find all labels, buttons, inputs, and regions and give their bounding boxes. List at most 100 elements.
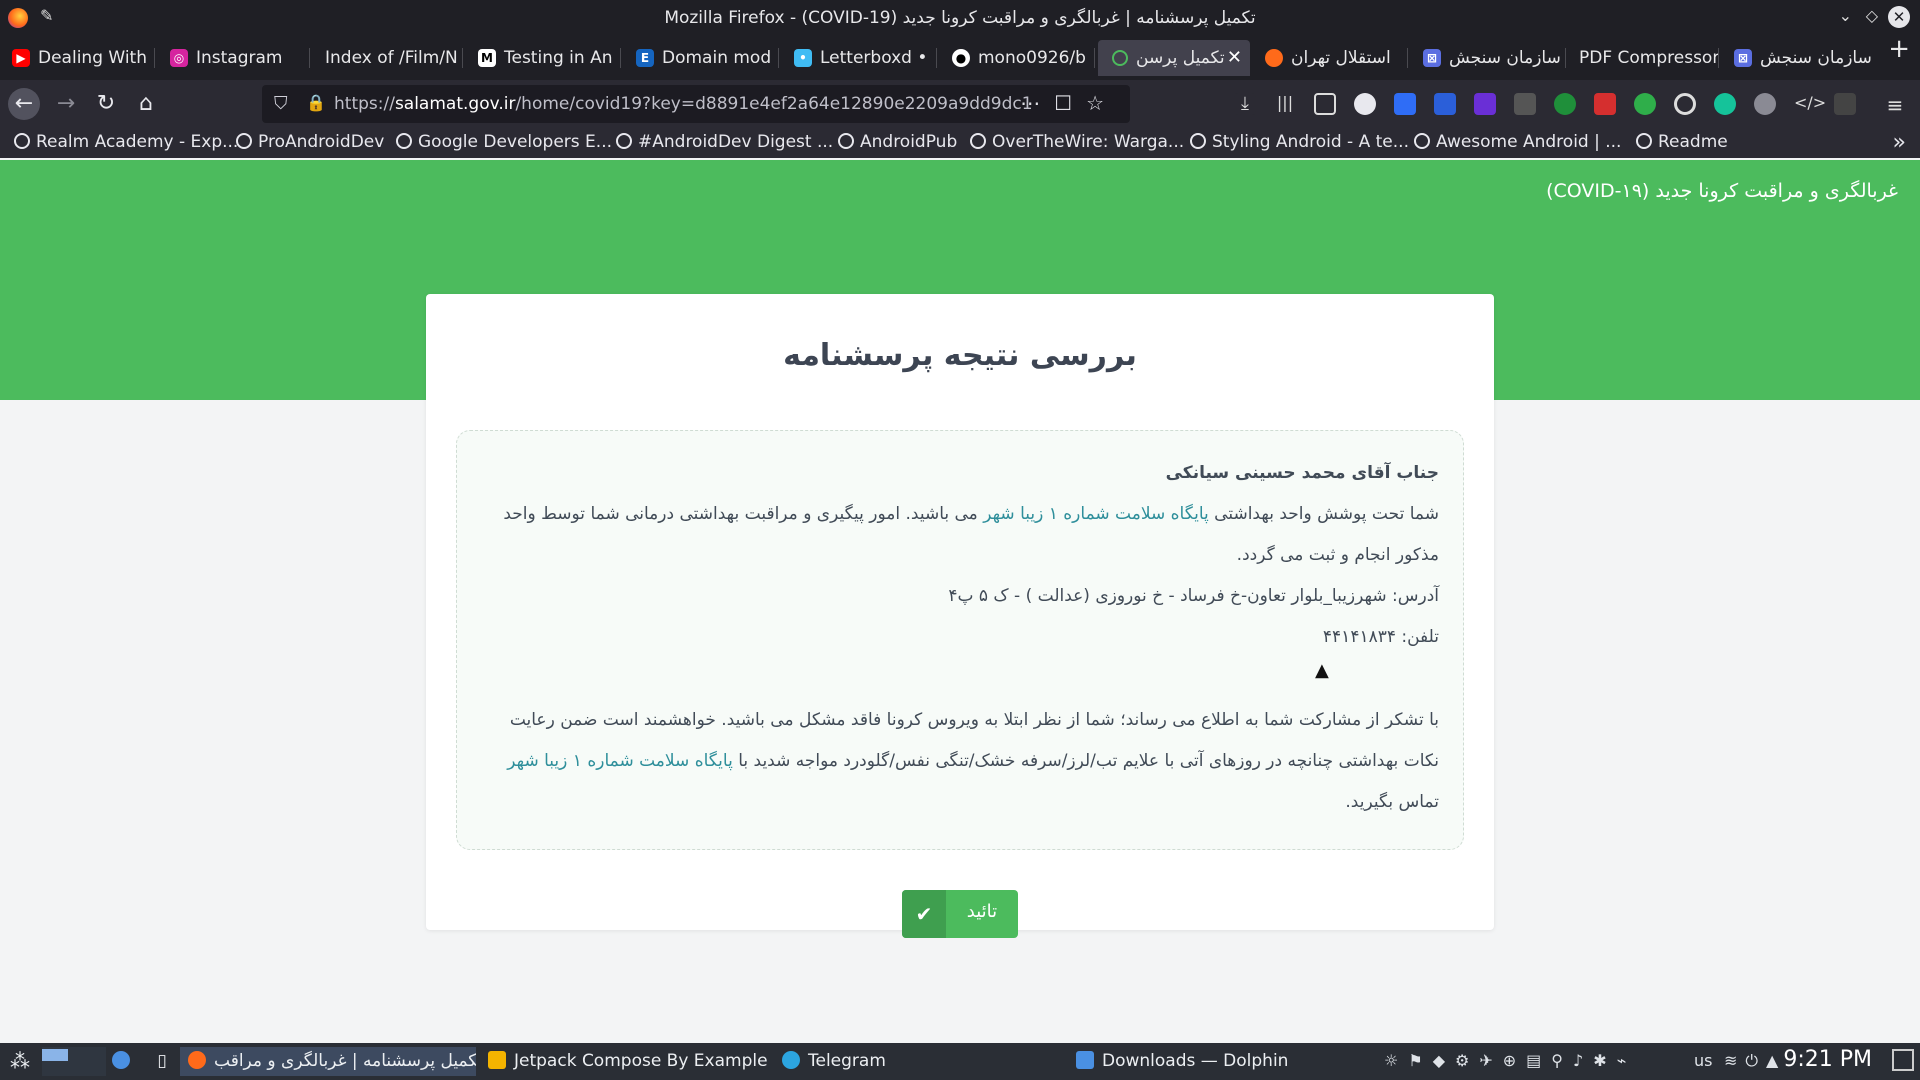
tracking-shield-icon[interactable]: ⛉ <box>274 93 288 114</box>
mouse-cursor-icon: ▲ <box>1315 660 1329 681</box>
tab-item[interactable]: • Letterboxd • <box>782 40 937 76</box>
tab-item[interactable]: M Testing in An <box>466 40 621 76</box>
extension-icon[interactable] <box>1474 93 1496 115</box>
result-text: با تشکر از مشارکت شما به اطلاع می رساند؛… <box>507 710 1439 812</box>
tab-item[interactable]: ⊠ سازمان سنجش <box>1411 40 1566 76</box>
github-icon: ● <box>952 49 970 67</box>
clock[interactable]: 9:21 PM <box>1783 1047 1872 1072</box>
bookmark-item[interactable]: Realm Academy - Exp... <box>14 132 238 152</box>
globe-icon <box>396 133 412 149</box>
download-icon[interactable]: ⤓ <box>1234 93 1256 115</box>
bookmark-item[interactable]: ProAndroidDev <box>236 132 384 152</box>
library-icon[interactable]: ||| <box>1274 93 1296 115</box>
card-title: بررسی نتیجه پرسشنامه <box>783 338 1137 373</box>
page-actions[interactable]: ⋯☐☆ <box>1020 91 1118 115</box>
address-bar[interactable]: ⛉ 🔒 https://salamat.gov.ir/home/covid19?… <box>262 85 1130 123</box>
reload-button[interactable]: ↻ <box>90 88 122 120</box>
confirm-button[interactable]: ✔ تائید <box>902 890 1018 938</box>
globe-icon <box>1190 133 1206 149</box>
taskbar-item-dolphin[interactable]: Downloads — Dolphin <box>1068 1047 1362 1076</box>
maximize-icon[interactable]: ◇ <box>1866 6 1878 25</box>
tab-label: سازمان سنجش <box>1449 48 1561 68</box>
confirm-label: تائید <box>966 901 998 922</box>
bookmarks-overflow-icon[interactable]: » <box>1893 130 1906 155</box>
network-icons[interactable]: ≋⏻▲ <box>1724 1051 1786 1071</box>
account-icon[interactable] <box>1354 93 1376 115</box>
tab-item[interactable]: ⊠ سازمان سنجش <box>1722 40 1880 76</box>
dolphin-launcher-icon[interactable] <box>112 1047 136 1076</box>
instagram-icon: ◎ <box>170 49 188 67</box>
globe-icon <box>616 133 632 149</box>
extension-icon[interactable] <box>1594 93 1616 115</box>
extension-icon[interactable] <box>1514 93 1536 115</box>
url-text[interactable]: https://salamat.gov.ir/home/covid19?key=… <box>334 94 1033 114</box>
lock-icon[interactable]: 🔒 <box>306 93 326 112</box>
facility-link[interactable]: پایگاه سلامت شماره ۱ زیبا شهر <box>983 504 1209 524</box>
bookmarks-toolbar: Realm Academy - Exp... ProAndroidDev Goo… <box>0 128 1920 158</box>
extension-icon[interactable] <box>1634 93 1656 115</box>
bookmark-item[interactable]: Google Developers E... <box>396 132 612 152</box>
letterboxd-icon: • <box>794 49 812 67</box>
tab-item[interactable]: ▶ Dealing With <box>0 40 155 76</box>
tab-item-active[interactable]: تکمیل پرسن ✕ <box>1098 40 1250 76</box>
sidebar-icon[interactable] <box>1314 93 1336 115</box>
tab-item[interactable]: استقلال تهران <box>1253 40 1408 76</box>
tab-label: Testing in An <box>504 48 613 68</box>
loading-icon <box>1112 50 1128 66</box>
medium-icon: M <box>478 49 496 67</box>
show-desktop-icon[interactable] <box>1892 1049 1914 1071</box>
tab-item[interactable]: E Domain mod <box>624 40 779 76</box>
tab-item[interactable]: ● mono0926/b <box>940 40 1095 76</box>
extension-icon[interactable] <box>1674 93 1696 115</box>
bookmark-item[interactable]: Awesome Android | ... <box>1414 132 1621 152</box>
firefox-icon <box>188 1051 206 1069</box>
tab-item[interactable]: ◎ Instagram <box>158 40 310 76</box>
taskbar-item-telegram[interactable]: Telegram <box>774 1047 1064 1076</box>
telegram-icon <box>782 1051 800 1069</box>
bookmark-item[interactable]: AndroidPub <box>838 132 957 152</box>
grammarly-icon[interactable] <box>1714 93 1736 115</box>
menu-icon[interactable]: ≡ <box>1884 93 1906 117</box>
extension-icon[interactable] <box>1554 93 1576 115</box>
tab-item[interactable]: PDF Compressor <box>1569 40 1719 76</box>
youtube-icon: ▶ <box>12 49 30 67</box>
home-button[interactable]: ⌂ <box>130 88 162 120</box>
extension-icon[interactable] <box>1834 93 1856 115</box>
globe-icon[interactable] <box>1754 93 1776 115</box>
devtools-icon[interactable]: </> <box>1794 93 1826 115</box>
result-card: بررسی نتیجه پرسشنامه جناب آقای محمد حسین… <box>426 294 1494 938</box>
extension-icon[interactable] <box>1434 93 1456 115</box>
tab-label: PDF Compressor <box>1579 48 1719 68</box>
globe-icon <box>1636 133 1652 149</box>
minimize-icon[interactable]: ⌄ <box>1839 6 1852 25</box>
virtual-desktop-pager[interactable] <box>42 1047 106 1076</box>
close-window-button[interactable]: ✕ <box>1888 6 1910 28</box>
back-button[interactable]: ← <box>8 88 40 120</box>
site-title: غربالگری و مراقبت کرونا جدید (COVID-۱۹) <box>1546 180 1898 202</box>
app-icon <box>488 1051 506 1069</box>
bookmark-item[interactable]: Styling Android - A te... <box>1190 132 1409 152</box>
taskbar-item-firefox[interactable]: تکمیل پرسشنامه | غربالگری و مراقب... <box>180 1047 476 1076</box>
new-tab-button[interactable]: + <box>1888 34 1910 64</box>
app-launcher-icon[interactable]: ⁂ <box>6 1047 34 1076</box>
tab-strip: ▶ Dealing With ◎ Instagram Index of /Fil… <box>0 34 1920 80</box>
keyboard-layout[interactable]: us <box>1694 1051 1712 1070</box>
bookmark-item[interactable]: Readme <box>1636 132 1728 152</box>
system-tray-icons[interactable]: ☼⚑◆⚙✈⊕▤⚲♪✱⌁ <box>1384 1051 1636 1070</box>
tab-label: Index of /Film/N <box>325 48 458 68</box>
tab-item[interactable]: Index of /Film/N <box>313 40 463 76</box>
phone-text: تلفن: ۴۴۱۴۱۸۳۴ <box>1322 627 1439 647</box>
tab-label: Letterboxd • <box>820 48 928 68</box>
taskbar: ⁂ ▯ تکمیل پرسشنامه | غربالگری و مراقب...… <box>0 1043 1920 1080</box>
files-icon[interactable]: ▯ <box>150 1047 174 1076</box>
close-tab-icon[interactable]: ✕ <box>1227 40 1242 76</box>
bookmark-item[interactable]: OverTheWire: Warga... <box>970 132 1184 152</box>
extension-icon[interactable] <box>1394 93 1416 115</box>
bookmark-item[interactable]: #AndroidDev Digest ... <box>616 132 833 152</box>
folder-icon <box>1076 1051 1094 1069</box>
tab-label: Domain mod <box>662 48 772 68</box>
forward-button[interactable]: → <box>50 88 82 120</box>
taskbar-item-jetpack[interactable]: Jetpack Compose By Example ... <box>480 1047 770 1076</box>
facility-link[interactable]: پایگاه سلامت شماره ۱ زیبا شهر <box>507 751 733 771</box>
globe-icon <box>236 133 252 149</box>
